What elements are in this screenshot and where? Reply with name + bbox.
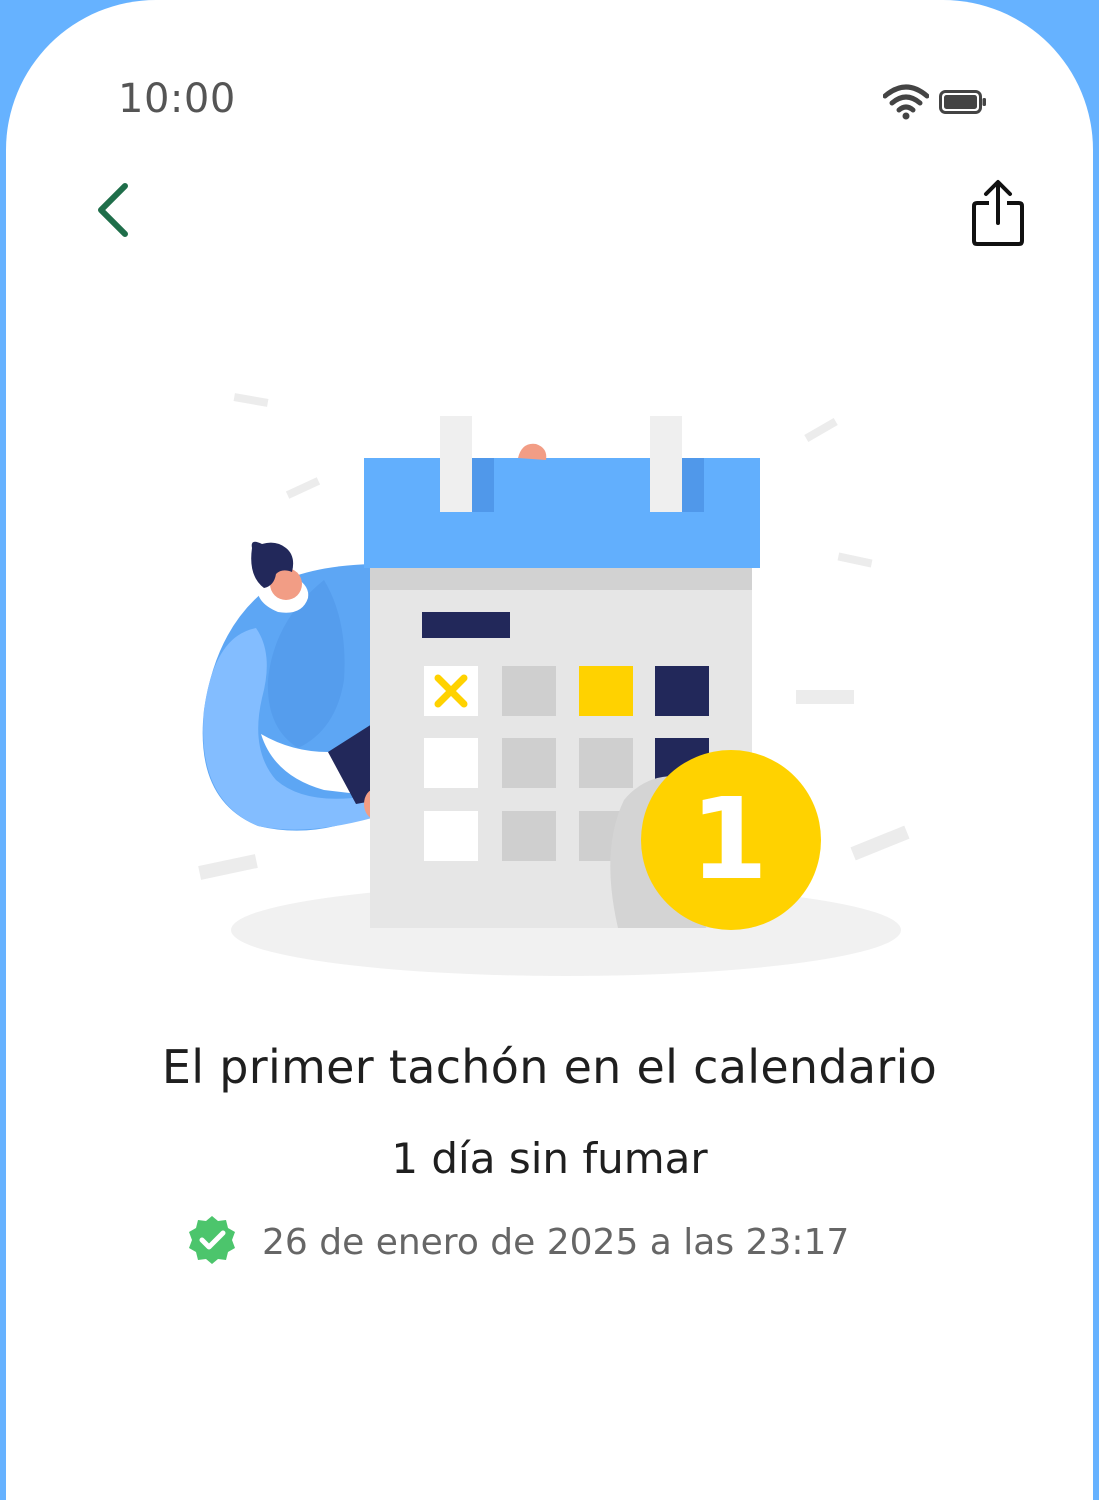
status-icons xyxy=(882,84,987,125)
person-figure xyxy=(202,541,386,831)
chevron-left-icon xyxy=(93,180,133,245)
achievement-title: El primer tachón en el calendario xyxy=(161,1040,938,1094)
badge-number: 1 xyxy=(690,775,768,905)
number-badge: 1 xyxy=(641,750,821,930)
achievement-subtitle: 1 día sin fumar xyxy=(391,1134,708,1183)
achievement-date: 26 de enero de 2025 a las 23:17 xyxy=(262,1222,850,1263)
status-bar: 10:00 xyxy=(6,0,1093,160)
back-button[interactable] xyxy=(78,177,148,247)
share-icon xyxy=(971,179,1025,252)
achievement-date-row: 26 de enero de 2025 a las 23:17 xyxy=(186,1214,849,1271)
nav-bar xyxy=(6,165,1093,265)
battery-icon xyxy=(939,90,987,119)
app-screen: 10:00 1 El primer tachón en el calendari… xyxy=(6,0,1093,1500)
wifi-icon xyxy=(882,84,930,125)
verified-badge-icon xyxy=(186,1214,238,1271)
achievement-illustration: 1 xyxy=(6,380,1093,1000)
status-time: 10:00 xyxy=(118,76,236,122)
share-button[interactable] xyxy=(963,175,1033,255)
